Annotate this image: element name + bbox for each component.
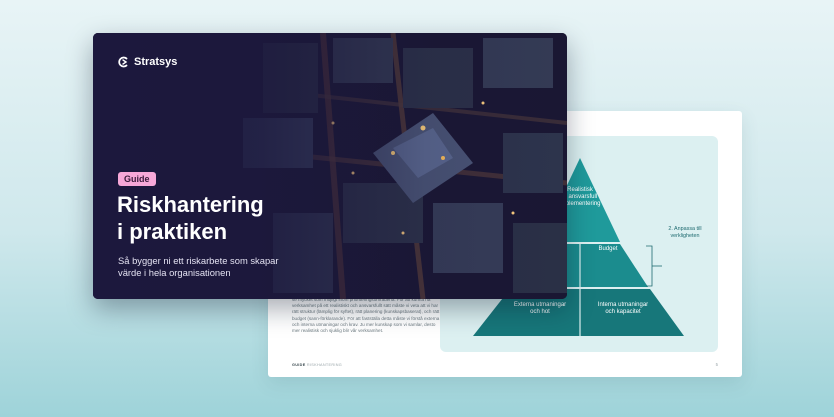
cover-title: Riskhantering i praktiken	[117, 192, 264, 244]
stratsys-logo-icon	[118, 56, 128, 68]
side-bracket	[646, 245, 653, 287]
guide-cover[interactable]: Stratsys Guide Riskhantering i praktiken…	[93, 33, 567, 299]
page-number: 5	[715, 362, 718, 367]
pyramid-bottom-right-label: Interna utmaningar och kapacitet	[597, 302, 649, 316]
footer-title: RISKHANTERING	[306, 363, 343, 367]
brand-logo: Stratsys	[117, 56, 177, 68]
document-footer: GUIDE RISKHANTERING	[292, 363, 342, 367]
pyramid-budget-label: Budget	[598, 246, 618, 252]
pyramid-bottom-left-label: Externa utmaningar och hot	[513, 302, 567, 316]
guide-badge: Guide	[118, 172, 156, 186]
pyramid-side-label: 2. Anpassa till verkligheten	[668, 226, 702, 239]
footer-guide-label: GUIDE	[292, 363, 306, 367]
cover-subtitle: Så bygger ni ett riskarbete som skapar v…	[118, 255, 279, 278]
brand-name: Stratsys	[134, 56, 178, 68]
document-body-text: se mycket som möjligt inom prioriterings…	[292, 297, 440, 334]
